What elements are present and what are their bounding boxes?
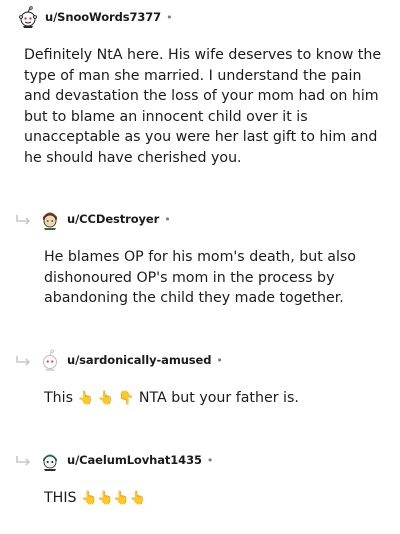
comment-body: Definitely NtA here. His wife deserves t… <box>24 47 382 166</box>
pointing-hand-emojis: 👆👆👆👆 <box>81 491 146 506</box>
comment-header: u/CCDestroyer • <box>39 207 171 231</box>
comment-header: u/sardonically-amused • <box>39 348 223 372</box>
comment-body: He blames OP for his mom's death, but al… <box>44 249 356 306</box>
comment-body: This 👆 👆 👇 NTA but your father is. <box>44 388 374 410</box>
comment-header: u/SnooWords7377 • <box>17 5 173 29</box>
snoo-avatar-icon[interactable] <box>39 208 61 230</box>
comment-header: u/CaelumLovhat1435 • <box>39 448 213 472</box>
comment-username[interactable]: u/SnooWords7377 <box>45 10 161 24</box>
comment-username[interactable]: u/CCDestroyer <box>67 212 159 226</box>
separator-dot: • <box>164 212 171 226</box>
snoo-avatar-icon[interactable] <box>39 349 61 371</box>
reply-arrow-icon <box>16 215 31 225</box>
comment-username[interactable]: u/sardonically-amused <box>67 353 211 367</box>
separator-dot: • <box>206 453 214 467</box>
comment-body-prefix: This <box>44 390 73 406</box>
comment-body-prefix: THIS <box>44 490 77 506</box>
comment-body: THIS 👆👆👆👆 <box>44 488 374 510</box>
reply-arrow-icon <box>16 356 31 366</box>
snoo-avatar-icon[interactable] <box>39 449 61 471</box>
snoo-avatar-icon[interactable] <box>17 6 39 28</box>
separator-dot: • <box>216 353 223 367</box>
separator-dot: • <box>166 10 173 24</box>
comment-body-suffix: NTA but your father is. <box>138 390 299 406</box>
pointing-hand-emojis: 👆 👆 👇 <box>77 391 135 406</box>
reply-arrow-icon <box>16 456 31 466</box>
comment-username[interactable]: u/CaelumLovhat1435 <box>67 453 202 467</box>
